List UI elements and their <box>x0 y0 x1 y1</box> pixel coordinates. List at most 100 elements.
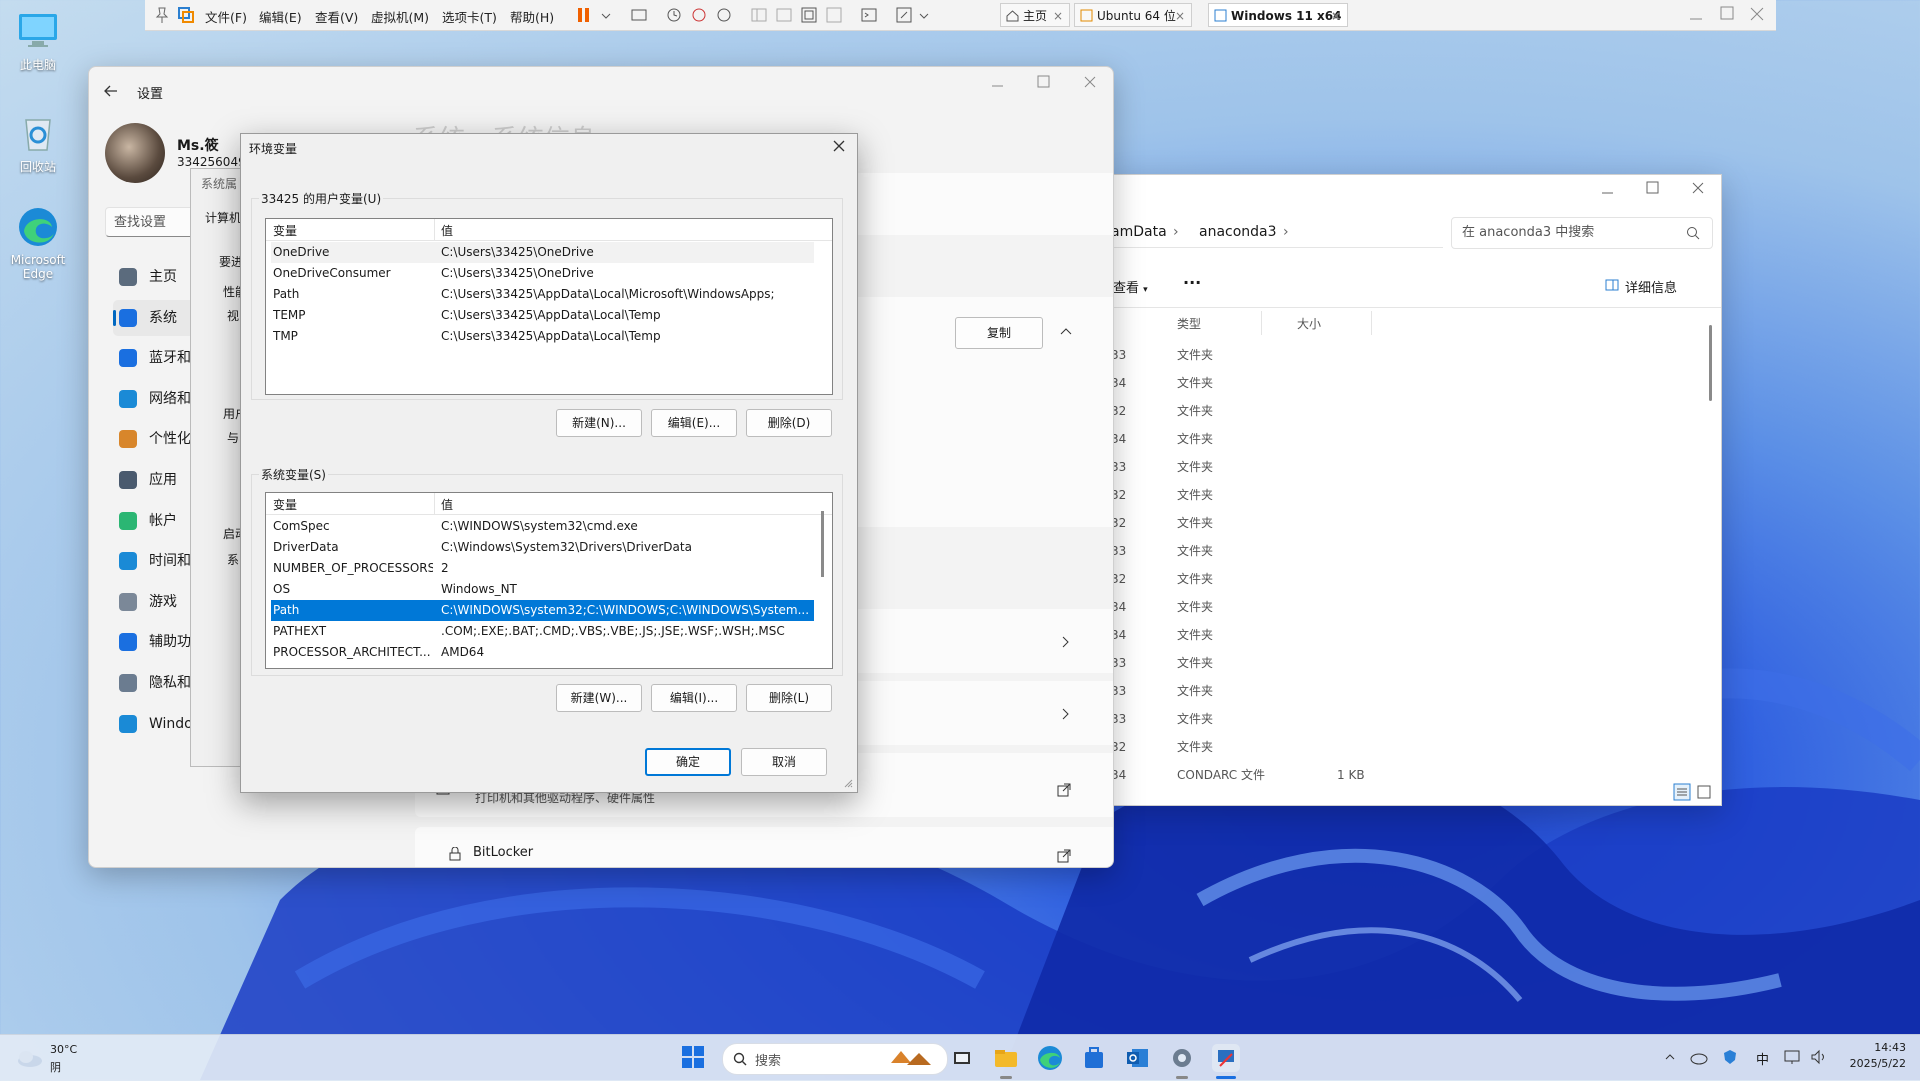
search-settings-input[interactable]: 查找设置 <box>105 207 201 237</box>
menu-view[interactable]: 查看(V) <box>315 7 358 26</box>
clock-time[interactable]: 14:43 <box>1866 1041 1906 1054</box>
variable-row[interactable]: Path C:\Users\33425\AppData\Local\Microso… <box>271 284 814 305</box>
column-header-type[interactable]: 类型 <box>1177 315 1201 332</box>
variable-row[interactable]: OS Windows_NT <box>271 579 814 600</box>
variable-row[interactable]: PATHEXT .COM;.EXE;.BAT;.CMD;.VBS;.VBE;.JS… <box>271 621 814 642</box>
onedrive-icon[interactable] <box>1690 1049 1708 1065</box>
system-edit-button[interactable]: 编辑(I)... <box>651 684 737 712</box>
snapshot-icon[interactable] <box>665 6 683 24</box>
revert-snapshot-icon[interactable] <box>690 6 708 24</box>
maximize-icon[interactable] <box>1720 6 1734 20</box>
system-properties-icon[interactable] <box>1212 1044 1240 1072</box>
sidebar-toggle-icon[interactable] <box>750 6 768 24</box>
close-icon[interactable] <box>1691 181 1705 195</box>
unity-icon[interactable] <box>825 6 843 24</box>
search-box[interactable]: 在 anaconda3 中搜索 <box>1451 217 1713 249</box>
menu-vm[interactable]: 虚拟机(M) <box>371 7 429 26</box>
outlook-icon[interactable] <box>1124 1044 1152 1072</box>
column-header-value[interactable]: 值 <box>441 496 453 513</box>
column-header-value[interactable]: 值 <box>441 222 453 239</box>
back-arrow-icon[interactable] <box>103 83 119 99</box>
tab-windows11[interactable]: Windows 11 x64 × <box>1208 3 1348 27</box>
ok-button[interactable]: 确定 <box>645 748 731 776</box>
variable-row[interactable]: TMP C:\Users\33425\AppData\Local\Temp <box>271 326 814 347</box>
variable-row[interactable]: ComSpec C:\WINDOWS\system32\cmd.exe <box>271 516 814 537</box>
file-row[interactable]: 32 文件夹 <box>1111 567 1701 591</box>
file-row[interactable]: 33 文件夹 <box>1111 455 1701 479</box>
file-row[interactable]: 34 文件夹 <box>1111 623 1701 647</box>
file-row[interactable]: 32 文件夹 <box>1111 735 1701 759</box>
thumbnails-view-icon[interactable] <box>1697 785 1711 799</box>
more-options-button[interactable]: ··· <box>1183 273 1201 292</box>
scrollbar[interactable] <box>1709 325 1712 401</box>
file-row[interactable]: 33 文件夹 <box>1111 539 1701 563</box>
variable-row[interactable]: Path C:\WINDOWS\system32;C:\WINDOWS;C:\WI… <box>271 600 814 621</box>
tab-home[interactable]: 主页 × <box>1000 3 1070 27</box>
network-icon[interactable] <box>1784 1049 1800 1065</box>
column-header-variable[interactable]: 变量 <box>273 496 297 513</box>
view-button[interactable]: 查看 ▾ <box>1113 277 1148 296</box>
variable-row[interactable]: OneDrive C:\Users\33425\OneDrive <box>271 242 814 263</box>
task-view-icon[interactable] <box>948 1044 976 1072</box>
start-button[interactable] <box>681 1045 705 1069</box>
close-icon[interactable] <box>1749 6 1765 22</box>
file-explorer-icon[interactable] <box>992 1044 1020 1072</box>
scrollbar[interactable] <box>821 511 824 577</box>
resize-grip-icon[interactable] <box>843 778 853 788</box>
settings-gear-icon[interactable] <box>1168 1044 1196 1072</box>
close-icon[interactable]: × <box>1331 4 1341 28</box>
variable-row[interactable]: OneDriveConsumer C:\Users\33425\OneDrive <box>271 263 814 284</box>
chevron-up-icon[interactable] <box>1664 1051 1676 1063</box>
variable-row[interactable]: DriverData C:\Windows\System32\Drivers\Dr… <box>271 537 814 558</box>
fullscreen-icon[interactable] <box>800 6 818 24</box>
close-icon[interactable]: × <box>1053 4 1063 28</box>
taskbar-search-box[interactable]: 搜索 <box>722 1043 948 1075</box>
minimize-icon[interactable] <box>991 79 1005 93</box>
close-icon[interactable]: × <box>1175 4 1185 28</box>
menu-help[interactable]: 帮助(H) <box>510 7 554 26</box>
volume-icon[interactable] <box>1810 1049 1828 1065</box>
file-row[interactable]: 33 文件夹 <box>1111 343 1701 367</box>
security-icon[interactable] <box>1722 1049 1738 1065</box>
copy-button[interactable]: 复制 <box>955 317 1043 349</box>
breadcrumb-segment[interactable]: amData <box>1111 217 1167 247</box>
cancel-button[interactable]: 取消 <box>741 748 827 776</box>
file-row[interactable]: 33 文件夹 <box>1111 679 1701 703</box>
avatar[interactable] <box>105 123 165 183</box>
file-row[interactable]: 33 文件夹 <box>1111 707 1701 731</box>
clock-date[interactable]: 2025/5/22 <box>1842 1057 1906 1070</box>
maximize-icon[interactable] <box>1646 181 1660 195</box>
file-row[interactable]: 34 文件夹 <box>1111 371 1701 395</box>
menu-tabs[interactable]: 选项卡(T) <box>442 7 497 26</box>
stretch-icon[interactable] <box>895 6 913 24</box>
user-new-button[interactable]: 新建(N)... <box>556 409 642 437</box>
minimize-icon[interactable] <box>1601 185 1615 199</box>
system-new-button[interactable]: 新建(W)... <box>556 684 642 712</box>
user-vars-list[interactable]: 变量 值 OneDrive C:\Users\33425\OneDrive OneD… <box>265 218 833 395</box>
details-view-icon[interactable] <box>1673 783 1691 801</box>
system-delete-button[interactable]: 删除(L) <box>746 684 832 712</box>
pause-icon[interactable] <box>575 6 593 24</box>
desktop-icon-edge[interactable]: Microsoft Edge <box>0 205 76 281</box>
chevron-up-icon[interactable] <box>1059 325 1073 339</box>
close-icon[interactable] <box>1083 75 1097 89</box>
variable-row[interactable]: PROCESSOR_ARCHITECT... AMD64 <box>271 642 814 663</box>
file-row[interactable]: 33 文件夹 <box>1111 651 1701 675</box>
menu-file[interactable]: 文件(F) <box>205 7 247 26</box>
details-pane-button[interactable]: 详细信息 <box>1605 277 1677 296</box>
edge-icon[interactable] <box>1036 1044 1064 1072</box>
minimize-icon[interactable] <box>1689 8 1703 22</box>
column-header-variable[interactable]: 变量 <box>273 222 297 239</box>
tab-computer-name[interactable]: 计算机 <box>205 209 241 226</box>
chevron-down-icon[interactable] <box>597 6 615 24</box>
tab-ubuntu[interactable]: Ubuntu 64 位 × <box>1074 3 1192 27</box>
file-row[interactable]: 32 文件夹 <box>1111 483 1701 507</box>
file-row[interactable]: 34 CONDARC 文件 1 KB <box>1111 763 1701 787</box>
address-bar[interactable]: amData › anaconda3 › <box>1111 217 1443 248</box>
variable-row[interactable]: TEMP C:\Users\33425\AppData\Local\Temp <box>271 305 814 326</box>
desktop-icon-this-pc[interactable]: 此电脑 <box>0 8 76 73</box>
file-row[interactable]: 34 文件夹 <box>1111 595 1701 619</box>
ime-indicator[interactable]: 中 <box>1756 1049 1769 1068</box>
system-vars-list[interactable]: 变量 值 ComSpec C:\WINDOWS\system32\cmd.exe D… <box>265 492 833 669</box>
user-delete-button[interactable]: 删除(D) <box>746 409 832 437</box>
